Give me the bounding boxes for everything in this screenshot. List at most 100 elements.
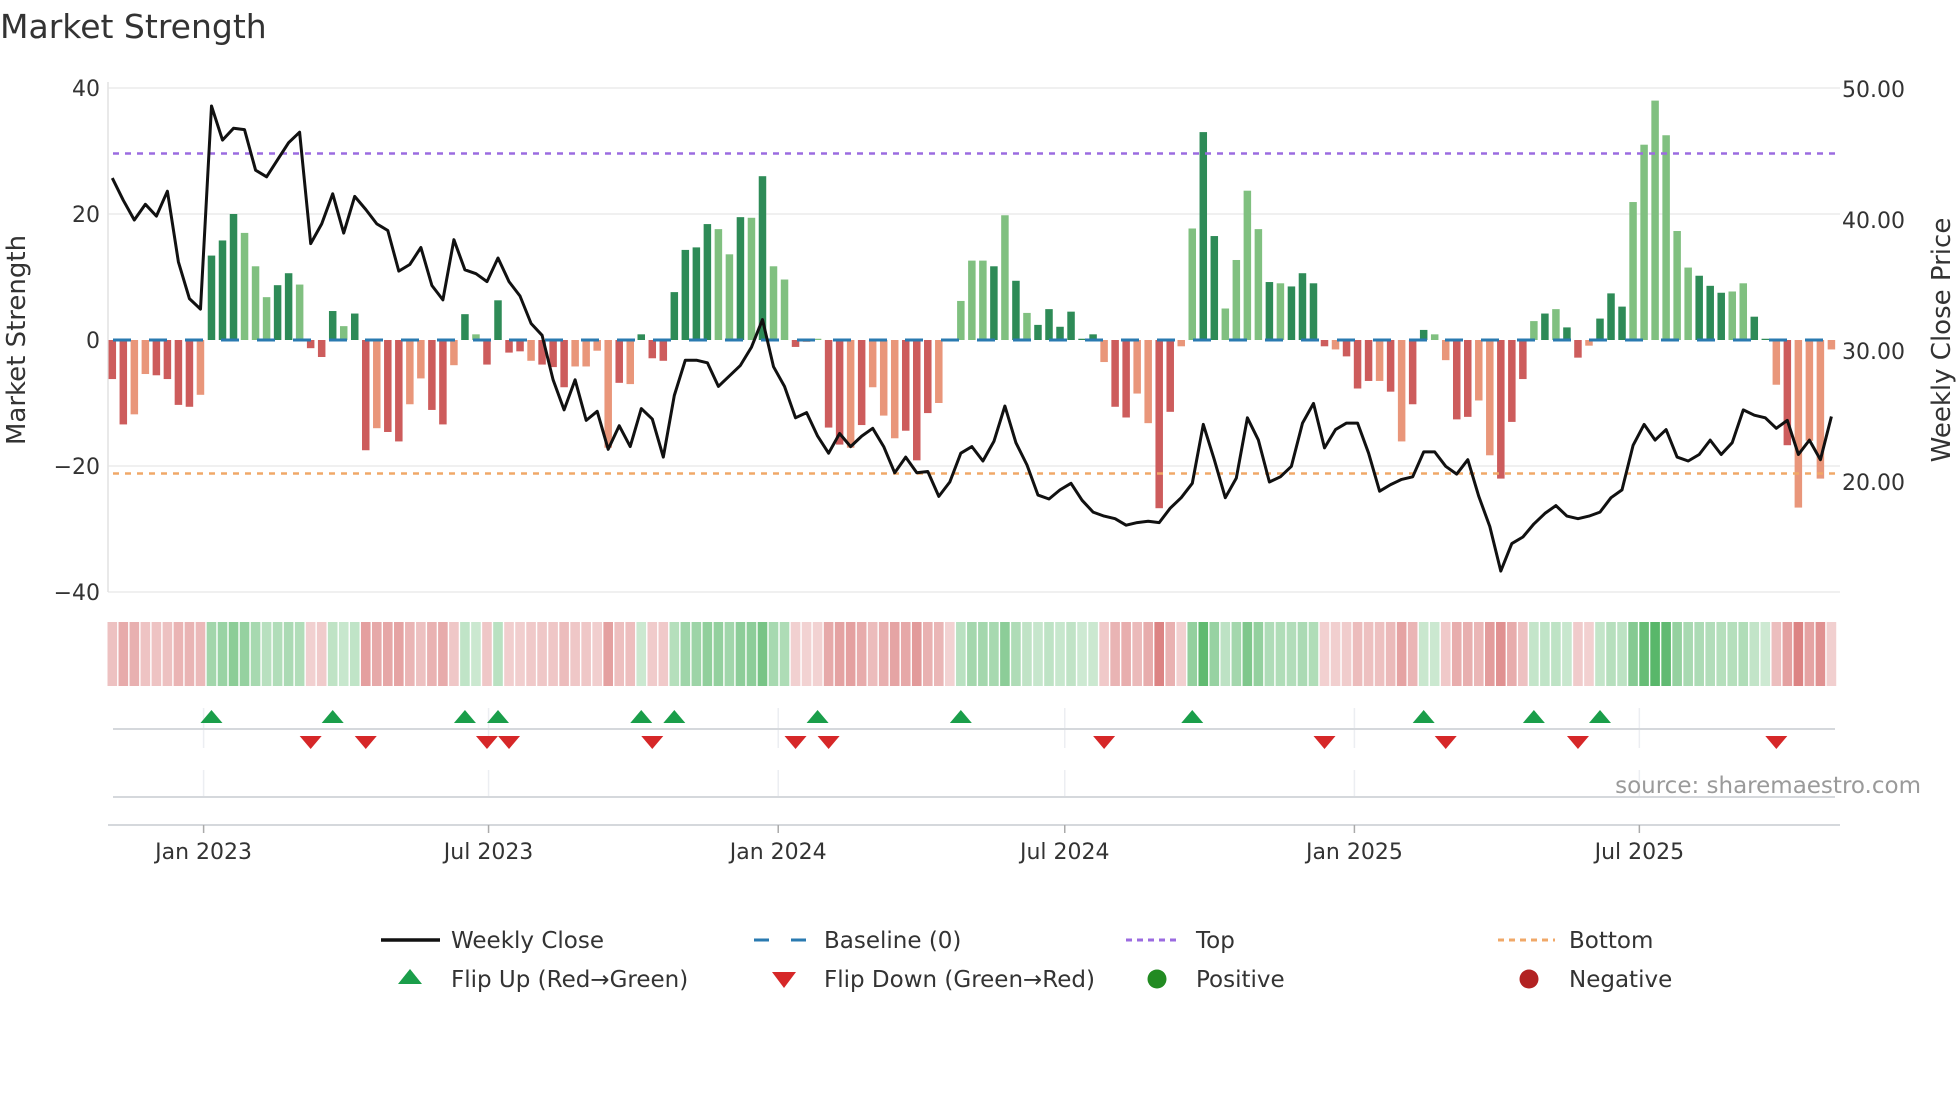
- heat-strip-cell: [1462, 622, 1473, 686]
- heat-strip-cell: [989, 622, 999, 686]
- strength-bar-positive: [1651, 100, 1659, 340]
- strength-bar-negative: [1386, 340, 1395, 392]
- heat-strip-cell: [1385, 622, 1396, 686]
- strength-bar-positive: [714, 229, 723, 340]
- strength-bar-positive: [229, 214, 238, 340]
- legend-item-bottom[interactable]: Bottom: [1498, 928, 1653, 954]
- strength-bar-negative: [868, 340, 877, 388]
- market-strength-chart: Market Strength 40 20 0 −20 −40 50.00 40.00 30…: [0, 7, 1957, 993]
- heat-strip-cell: [1738, 622, 1749, 686]
- heat-strip-cell: [1000, 622, 1010, 686]
- legend-item-weekly-close[interactable]: Weekly Close: [381, 928, 604, 954]
- strength-bar-negative: [450, 340, 458, 366]
- heat-strip-cell: [460, 622, 470, 686]
- strength-bar-negative: [890, 340, 899, 439]
- strength-bar-positive: [957, 300, 965, 340]
- strength-bar-negative: [1408, 340, 1417, 405]
- flip-up-marker: [1412, 710, 1435, 723]
- legend: Weekly Close Baseline (0) Top Bottom Fli…: [381, 928, 1672, 993]
- legend-label: Positive: [1196, 967, 1285, 993]
- strength-bar-positive: [1309, 283, 1318, 340]
- strength-bar-negative: [196, 340, 205, 395]
- strength-bar-positive: [1056, 326, 1064, 340]
- heat-strip-cell: [449, 622, 459, 686]
- heat-strip-cell: [1496, 622, 1506, 686]
- strength-bar-negative: [141, 340, 150, 375]
- heat-strip-cell: [1782, 622, 1793, 686]
- legend-item-positive[interactable]: Positive: [1147, 967, 1285, 993]
- strength-bar-negative: [395, 340, 403, 442]
- strength-bar-negative: [1574, 340, 1582, 358]
- strength-bar-positive: [747, 217, 756, 340]
- strength-bar-positive: [1750, 316, 1759, 340]
- strength-bar-positive: [1673, 231, 1681, 340]
- strength-bar-positive: [1684, 267, 1692, 340]
- strength-bar-positive: [1552, 309, 1560, 340]
- heat-strip-cell: [1341, 622, 1352, 686]
- heat-strip-cell: [349, 622, 360, 686]
- flip-up-marker: [630, 710, 653, 723]
- strength-bar-negative: [1155, 340, 1163, 509]
- left-tick-label: −40: [54, 581, 100, 606]
- heat-strip-cell: [1231, 622, 1242, 686]
- strength-bar-negative: [1441, 340, 1450, 361]
- strength-bar-positive: [1232, 259, 1241, 340]
- strength-bar-positive: [1023, 312, 1031, 340]
- strength-bar-negative: [185, 340, 194, 407]
- strength-bar-negative: [1497, 340, 1505, 479]
- x-tick-label: Jan 2024: [728, 840, 827, 865]
- legend-item-flip-down[interactable]: Flip Down (Green→Red): [772, 967, 1095, 993]
- right-tick-label: 40.00: [1842, 209, 1905, 234]
- strength-bar-negative: [406, 340, 414, 405]
- heat-strip-cell: [107, 622, 118, 686]
- strength-bar-positive: [1706, 285, 1714, 340]
- flip-down-marker: [498, 736, 521, 749]
- flip-up-marker: [1522, 710, 1545, 723]
- strength-bar-positive: [1045, 309, 1053, 340]
- legend-item-negative[interactable]: Negative: [1519, 967, 1673, 993]
- heat-strip-cell: [394, 622, 404, 686]
- strength-bar-negative: [1375, 340, 1384, 381]
- flip-up-marker: [321, 710, 344, 723]
- strength-bar-positive: [1695, 275, 1703, 340]
- strength-bar-positive: [1210, 236, 1219, 340]
- heat-strip-cell: [735, 622, 746, 686]
- x-tick-label: Jul 2023: [442, 840, 534, 865]
- strength-bar-positive: [1739, 283, 1748, 340]
- legend-item-baseline[interactable]: Baseline (0): [754, 928, 961, 954]
- strength-bar-positive: [769, 266, 778, 340]
- heat-strip-cell: [537, 622, 547, 686]
- heat-strip-cell: [1253, 622, 1264, 686]
- heat-strip-cell: [1286, 622, 1297, 686]
- strength-bar-negative: [1364, 340, 1373, 381]
- heat-strip-cell: [1011, 622, 1021, 686]
- triangle-up-icon: [398, 969, 422, 984]
- strength-bar-negative: [1166, 340, 1174, 412]
- legend-item-top[interactable]: Top: [1126, 928, 1235, 954]
- legend-label: Weekly Close: [451, 928, 604, 954]
- flip-down-marker: [1313, 736, 1336, 749]
- strength-bar-negative: [935, 340, 943, 403]
- legend-item-flip-up[interactable]: Flip Up (Red→Green): [398, 967, 688, 993]
- flip-up-marker: [1589, 710, 1611, 723]
- strength-bar-negative: [924, 340, 932, 414]
- strength-bar-negative: [582, 340, 590, 367]
- heat-strip-cell: [1374, 622, 1385, 686]
- strength-bar-negative: [516, 340, 524, 352]
- flip-down-marker: [1566, 736, 1589, 749]
- strength-bar-positive: [1188, 228, 1197, 340]
- strength-bar-negative: [527, 340, 535, 361]
- heat-strip-cell: [1595, 622, 1605, 686]
- heat-strip-cell: [1154, 622, 1164, 686]
- heat-strip-cell: [559, 622, 569, 686]
- strength-bar-positive: [1078, 338, 1086, 340]
- strength-heat-strip: [107, 622, 1837, 686]
- heat-strip-cell: [305, 622, 316, 686]
- heat-strip-cell: [1022, 622, 1032, 686]
- flip-down-marker: [1093, 736, 1116, 749]
- heat-strip-cell: [713, 622, 724, 686]
- heat-strip-cell: [338, 622, 349, 686]
- heat-strip-cell: [1044, 622, 1054, 686]
- strength-bar-negative: [417, 340, 425, 379]
- legend-label: Flip Up (Red→Green): [451, 967, 688, 993]
